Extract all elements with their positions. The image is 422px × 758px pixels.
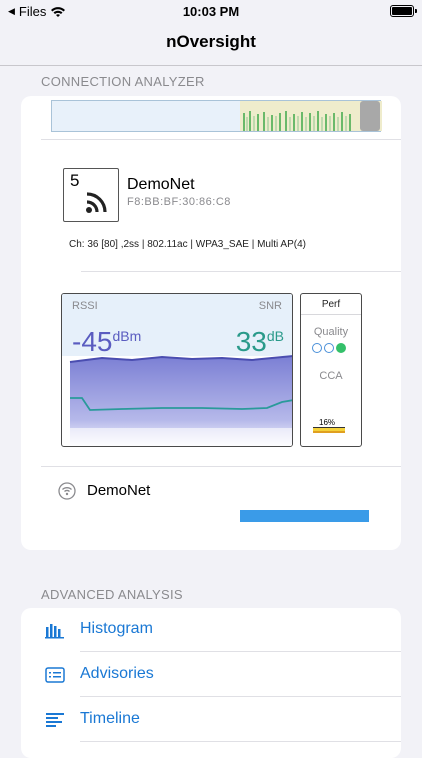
divider bbox=[81, 271, 401, 272]
divider bbox=[80, 741, 401, 742]
timeline-scrub-handle[interactable] bbox=[360, 101, 380, 131]
snr-unit: dB bbox=[266, 328, 284, 344]
divider bbox=[301, 314, 361, 315]
advanced-item-label: Advisories bbox=[80, 665, 154, 682]
quality-dot bbox=[312, 343, 322, 353]
advanced-card: Histogram Advisories Timeline bbox=[21, 608, 401, 758]
wifi-signal-icon bbox=[86, 192, 107, 213]
divider bbox=[41, 139, 401, 140]
cca-bar bbox=[313, 427, 345, 433]
divider bbox=[80, 696, 401, 697]
snr-label: SNR bbox=[258, 300, 282, 312]
advanced-item-advisories[interactable]: Advisories bbox=[21, 653, 401, 697]
divider bbox=[80, 651, 401, 652]
advanced-item-timeline[interactable]: Timeline bbox=[21, 698, 401, 742]
channel-number: 5 bbox=[70, 171, 80, 190]
perf-panel[interactable]: Perf Quality CCA 16% bbox=[300, 293, 362, 447]
snr-value: 33dB bbox=[235, 326, 284, 357]
section-header-advanced: ADVANCED ANALYSIS bbox=[41, 587, 183, 602]
cca-label: CCA bbox=[319, 370, 343, 382]
page-title: nOversight bbox=[166, 32, 256, 51]
status-time: 10:03 PM bbox=[182, 4, 240, 19]
cca-percent: 16% bbox=[319, 418, 336, 427]
section-header-connection: CONNECTION ANALYZER bbox=[41, 74, 205, 89]
timeline-icon bbox=[46, 713, 64, 727]
network-ssid: DemoNet bbox=[127, 176, 195, 193]
network-bssid: F8:BB:BF:30:86:C8 bbox=[127, 196, 231, 208]
quality-label: Quality bbox=[313, 326, 349, 338]
advanced-item-histogram[interactable]: Histogram bbox=[21, 608, 401, 652]
advisories-icon bbox=[45, 667, 65, 683]
rssi-unit: dBm bbox=[112, 328, 142, 344]
advanced-item-label: Timeline bbox=[80, 710, 140, 727]
quality-dot bbox=[324, 343, 334, 353]
network-details: Ch: 36 [80] ,2ss | 802.11ac | WPA3_SAE |… bbox=[69, 239, 306, 250]
rssi-label: RSSI bbox=[72, 300, 98, 312]
connection-card: 5 DemoNet F8:BB:BF:30:86:C8 Ch: 36 [80] … bbox=[21, 96, 401, 550]
perf-title: Perf bbox=[321, 299, 341, 310]
rssi-snr-meter[interactable]: RSSI SNR -45dBm 33dB bbox=[61, 293, 293, 447]
rssi-value: -45dBm bbox=[72, 326, 142, 357]
status-bar: ◀ Files 10:03 PM bbox=[0, 0, 422, 24]
advanced-item-label: Histogram bbox=[80, 620, 153, 637]
wifi-circle-icon bbox=[58, 482, 76, 500]
connected-network-signal-bar bbox=[240, 510, 369, 522]
histogram-icon bbox=[45, 624, 64, 639]
battery-icon bbox=[390, 5, 417, 17]
channel-badge: 5 bbox=[63, 168, 119, 222]
quality-dot bbox=[336, 343, 346, 353]
divider bbox=[41, 466, 401, 467]
connected-network-ssid[interactable]: DemoNet bbox=[87, 482, 150, 499]
signal-history-graph bbox=[69, 355, 292, 446]
quality-indicator bbox=[312, 343, 346, 353]
signal-timeline-strip[interactable] bbox=[51, 100, 382, 132]
nav-divider bbox=[0, 65, 422, 66]
